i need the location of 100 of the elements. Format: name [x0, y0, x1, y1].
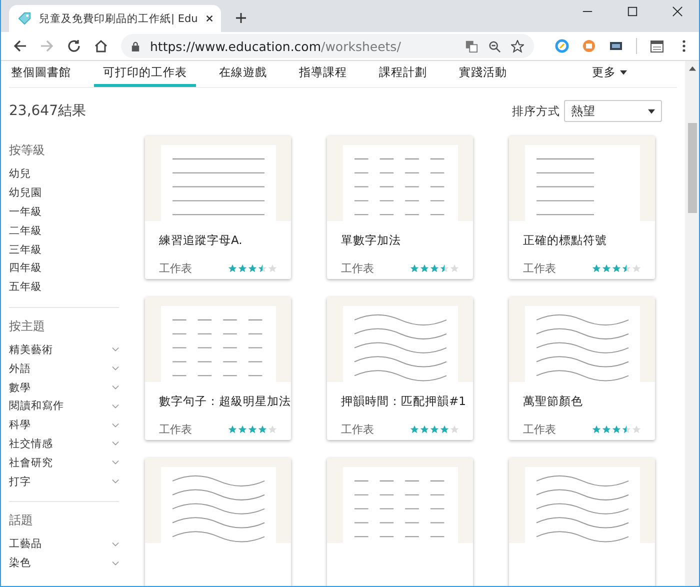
- scrollbar[interactable]: [685, 61, 699, 586]
- zoom-icon[interactable]: [488, 40, 501, 52]
- filter-item[interactable]: 工藝品: [9, 534, 119, 554]
- tag-icon: [17, 11, 32, 26]
- card-type: 工作表: [341, 261, 374, 276]
- close-icon[interactable]: [204, 14, 214, 23]
- card-title: 練習追蹤字母A.: [158, 232, 244, 249]
- star-icon[interactable]: [511, 40, 524, 52]
- tab-title: 兒童及免費印刷品的工作紙| Edu: [39, 12, 198, 26]
- filter-item[interactable]: 打字: [9, 472, 119, 491]
- scroll-up-icon[interactable]: [688, 66, 696, 71]
- filter-item[interactable]: 數學: [9, 378, 119, 397]
- star-icon: [268, 264, 277, 273]
- nav-tab[interactable]: 實踐活動: [450, 65, 516, 87]
- star-icon: [248, 425, 257, 434]
- filter-item[interactable]: 一年級: [9, 202, 119, 222]
- filter-item[interactable]: 五年級: [9, 278, 119, 297]
- calendar-icon[interactable]: [650, 39, 664, 53]
- star-icon: [622, 425, 631, 434]
- home-icon[interactable]: [94, 39, 108, 53]
- filter-heading: 按主題: [9, 318, 46, 335]
- nav-tab[interactable]: 可打印的工作表: [94, 65, 196, 87]
- star-icon: [612, 425, 621, 434]
- back-icon[interactable]: [13, 39, 27, 53]
- star-icon: [420, 264, 429, 273]
- filter-item[interactable]: 外語: [9, 359, 119, 378]
- filter-heading: 話題: [9, 512, 34, 529]
- star-icon: [420, 425, 429, 434]
- extension-icon[interactable]: [609, 39, 623, 53]
- chevron-icon: [112, 347, 119, 352]
- filter-item[interactable]: 二年級: [9, 221, 119, 240]
- worksheet-card[interactable]: 正確的標點符號 工作表: [509, 136, 655, 279]
- filter-item[interactable]: 幼兒: [9, 165, 119, 184]
- scroll-thumb[interactable]: [688, 123, 696, 213]
- star-icon: [228, 425, 237, 434]
- chevron-icon: [112, 560, 119, 566]
- worksheet-card[interactable]: 萬聖節顏色 工作表: [509, 297, 655, 440]
- close-icon[interactable]: [672, 6, 683, 17]
- reload-icon[interactable]: [67, 39, 81, 53]
- star-icon: [592, 425, 601, 434]
- filter-item[interactable]: 三年級: [9, 240, 119, 259]
- chevron-icon: [112, 460, 119, 466]
- star-icon: [430, 264, 439, 273]
- more-menu[interactable]: 更多: [592, 65, 627, 87]
- filter-item[interactable]: 精美藝術: [9, 340, 119, 360]
- star-icon: [410, 264, 419, 273]
- star-icon: [450, 264, 459, 273]
- star-icon: [450, 425, 459, 434]
- card-type: 工作表: [159, 261, 192, 276]
- caret-icon: [620, 70, 627, 75]
- card-title: 正確的標點符號: [522, 232, 608, 249]
- address-bar[interactable]: https://www.education.com/worksheets/: [121, 34, 534, 58]
- filter-item[interactable]: 閱讀和寫作: [9, 396, 119, 416]
- star-icon: [238, 425, 247, 434]
- star-icon: [258, 425, 267, 434]
- card-title: 萬聖節顏色: [522, 393, 584, 410]
- chevron-icon: [112, 441, 119, 446]
- nav-tab[interactable]: 在線遊戲: [210, 65, 276, 87]
- filter-item[interactable]: 科學: [9, 416, 119, 435]
- filter-item[interactable]: 幼兒園: [9, 184, 119, 203]
- results-count: 23,647結果: [9, 102, 86, 120]
- chevron-icon: [112, 385, 119, 390]
- worksheet-card[interactable]: 練習追蹤字母A. 工作表: [145, 136, 291, 279]
- nav-tab[interactable]: 課程計劃: [370, 65, 436, 87]
- chevron-icon: [112, 479, 119, 484]
- browser-tab[interactable]: 兒童及免費印刷品的工作紙| Edu: [9, 5, 221, 32]
- star-icon: [632, 264, 641, 273]
- url-text: https://www.education.com/worksheets/: [150, 38, 401, 54]
- maximize-icon[interactable]: [627, 6, 638, 17]
- worksheet-card[interactable]: 單數字加法 工作表: [327, 136, 473, 279]
- lock-icon: [131, 40, 140, 52]
- star-icon: [238, 264, 247, 273]
- card-title: 數字句子：超級明星加法: [158, 393, 291, 410]
- star-icon: [258, 264, 267, 273]
- card-type: 工作表: [159, 422, 192, 437]
- star-icon: [612, 264, 621, 273]
- caret-icon: [648, 108, 655, 114]
- card-type: 工作表: [523, 261, 556, 276]
- worksheet-card[interactable]: 押韻時間：匹配押韻#1 工作表: [327, 297, 473, 440]
- star-icon: [602, 425, 611, 434]
- filter-item[interactable]: 社會研究: [9, 453, 119, 472]
- chevron-icon: [112, 404, 119, 409]
- star-icon: [440, 425, 449, 434]
- star-icon: [592, 264, 601, 273]
- filter-item[interactable]: 四年級: [9, 258, 119, 278]
- new-tab-icon[interactable]: [235, 12, 247, 24]
- star-icon: [632, 425, 641, 434]
- filter-item[interactable]: 社交情感: [9, 434, 119, 454]
- chevron-icon: [112, 542, 119, 547]
- chevron-icon: [112, 366, 119, 372]
- nav-tab[interactable]: 指導課程: [290, 65, 356, 87]
- worksheet-card[interactable]: 數字句子：超級明星加法 工作表: [145, 297, 291, 440]
- star-icon: [268, 425, 277, 434]
- sort-dropdown[interactable]: 熱望: [564, 100, 662, 122]
- card-type: 工作表: [341, 422, 374, 437]
- filter-heading: 按等級: [9, 142, 46, 159]
- nav-tab[interactable]: 整個圖書館: [9, 65, 80, 87]
- filter-item[interactable]: 染色: [9, 554, 119, 573]
- star-icon: [228, 264, 237, 273]
- star-icon: [410, 425, 419, 434]
